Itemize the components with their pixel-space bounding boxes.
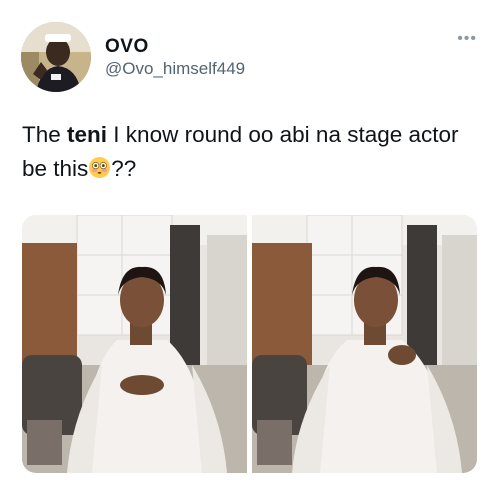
photo-1[interactable] xyxy=(22,215,247,473)
tweet-text-part: The xyxy=(22,122,68,147)
more-options-icon[interactable]: ••• xyxy=(457,31,477,47)
flushed-face-emoji-icon xyxy=(88,155,111,179)
avatar[interactable] xyxy=(21,22,91,92)
tweet-text: The teni I know round oo abi na stage ac… xyxy=(22,118,482,186)
tweet-header: OVO @Ovo_himself449 ••• xyxy=(21,22,481,92)
display-name[interactable]: OVO xyxy=(105,36,245,58)
tweet-media[interactable] xyxy=(22,215,477,473)
user-handle[interactable]: @Ovo_himself449 xyxy=(105,58,245,80)
tweet-text-part: ?? xyxy=(111,156,137,181)
photo-2[interactable] xyxy=(252,215,477,473)
tweet-text-bold: teni xyxy=(67,122,108,147)
